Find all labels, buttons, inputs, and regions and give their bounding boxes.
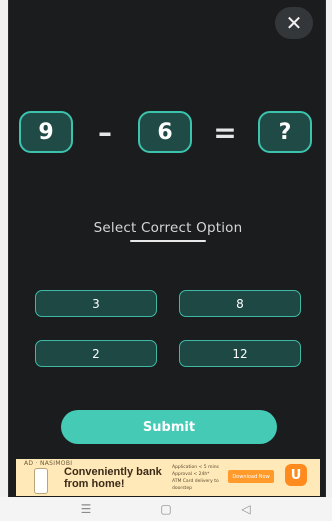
ad-banner[interactable]: AD · NASIMOBI Conveniently bank from hom…: [16, 459, 320, 496]
ad-cta-button[interactable]: Download Now: [228, 470, 274, 483]
ad-phone-image: [34, 468, 48, 494]
back-icon[interactable]: ◁: [236, 501, 256, 517]
minus-operator: –: [98, 115, 112, 149]
menu-icon[interactable]: ☰: [76, 501, 96, 517]
option-button[interactable]: 12: [179, 340, 301, 367]
prompt-underline: [130, 240, 206, 242]
game-screen: ✕ 9 – 6 = ? Select Correct Option 3 8 2 …: [8, 0, 326, 497]
option-button[interactable]: 3: [35, 290, 157, 317]
home-icon[interactable]: ▢: [156, 501, 176, 517]
ad-logo-icon: U: [285, 464, 307, 486]
submit-button[interactable]: Submit: [61, 410, 277, 444]
ad-bullet: ATM Card delivery to doorstep: [172, 479, 219, 491]
phone-frame: ✕ 9 – 6 = ? Select Correct Option 3 8 2 …: [0, 0, 332, 521]
ad-bullet: Approval < 24h*: [172, 472, 210, 477]
math-equation: 9 – 6 = ?: [9, 111, 327, 153]
system-navbar: ☰ ▢ ◁: [0, 497, 332, 521]
left-operand: 9: [19, 111, 73, 153]
option-button[interactable]: 2: [35, 340, 157, 367]
equals-sign: =: [213, 115, 237, 149]
ad-bullets: Application < 5 mins Approval < 24h* ATM…: [172, 464, 228, 492]
option-button[interactable]: 8: [179, 290, 301, 317]
close-icon: ✕: [285, 11, 303, 35]
close-button[interactable]: ✕: [275, 7, 313, 39]
ad-bullet: Application < 5 mins: [172, 465, 219, 470]
answer-placeholder: ?: [258, 111, 312, 153]
ad-headline: Conveniently bank from home!: [64, 466, 162, 490]
select-option-prompt: Select Correct Option: [93, 220, 243, 236]
right-operand: 6: [138, 111, 192, 153]
